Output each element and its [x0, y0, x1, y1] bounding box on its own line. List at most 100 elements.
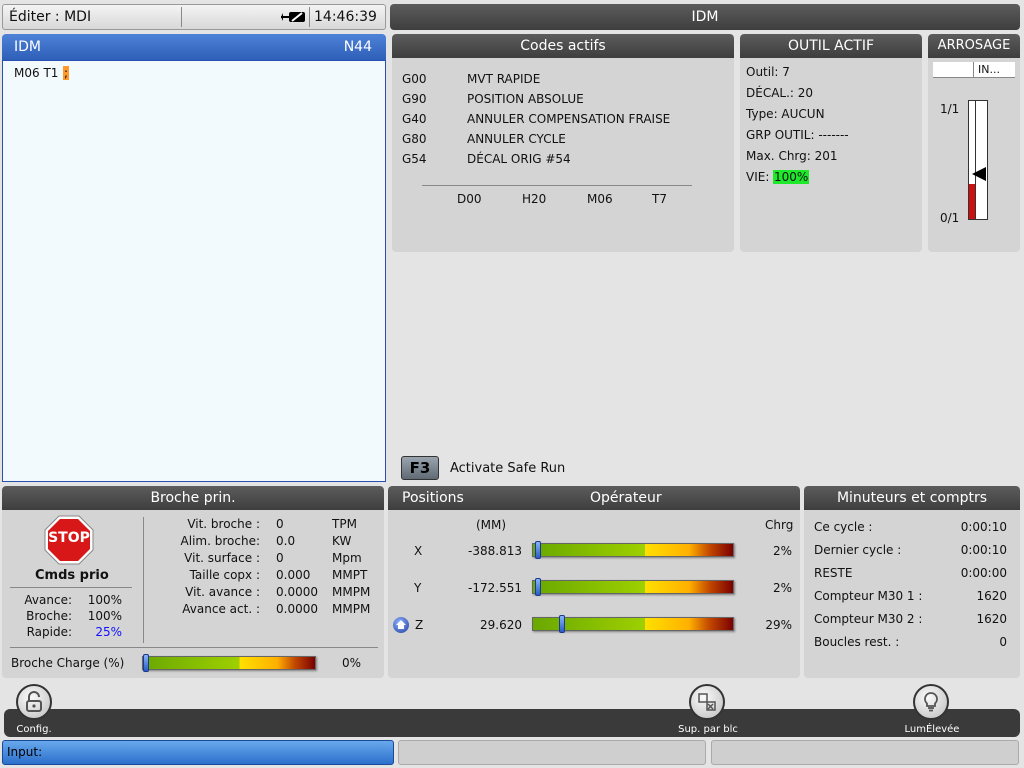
axis-value: -172.551 — [468, 581, 522, 595]
lock-icon — [26, 691, 42, 712]
axis-name: X — [414, 544, 423, 558]
f3-key-button[interactable]: F3 — [401, 456, 439, 480]
tool-group: GRP OUTIL: ------- — [746, 128, 849, 142]
timer-value: 1620 — [976, 612, 1007, 626]
coolant-panel: ARROSAGE IN... 1/1 0/1 — [928, 34, 1020, 252]
cmds-prio-label: Cmds prio — [35, 568, 109, 583]
tool-number: Outil: 7 — [746, 65, 790, 79]
code-row: G54 — [402, 152, 427, 166]
positions-title: Positions — [402, 490, 464, 506]
positions-header: Positions Opérateur — [388, 486, 800, 510]
code-desc: ANNULER COMPENSATION FRAISE — [467, 112, 670, 126]
code-desc: POSITION ABSOLUE — [467, 92, 584, 106]
coolant-bottom-label: 0/1 — [940, 211, 960, 225]
input-label: Input: — [7, 745, 43, 759]
spindle-param-value: 0.0000 — [276, 585, 318, 599]
editor-text-area[interactable]: M06 T1 ; — [2, 60, 386, 482]
stop-label: STOP — [48, 530, 90, 546]
config-button[interactable] — [16, 684, 52, 720]
spindle-param-label: Vit. surface : — [184, 551, 260, 565]
spindle-param-label: Vit. broche : — [187, 517, 260, 531]
spindle-load-value: 0% — [342, 656, 362, 670]
editor-panel: IDM N44 M06 T1 ; — [2, 34, 386, 482]
spindle-col-divider — [143, 517, 144, 643]
timer-label: Compteur M30 1 : — [814, 589, 923, 603]
timer-value: 0:00:00 — [960, 566, 1007, 580]
spindle-param-value: 0 — [276, 517, 284, 531]
status-bar: Éditer : MDI 14:46:39 — [2, 4, 386, 30]
code-t: T7 — [652, 192, 667, 206]
timer-label: Dernier cycle : — [814, 543, 902, 557]
input-field[interactable]: Input: — [2, 740, 394, 765]
editor-header: IDM N44 — [2, 34, 386, 60]
override-label: Rapide: — [26, 625, 72, 639]
network-icon — [281, 10, 307, 27]
spindle-param-value: 0 — [276, 551, 284, 565]
code-desc: ANNULER CYCLE — [467, 132, 566, 146]
code-h: H20 — [522, 192, 547, 206]
code-desc-text: POSITION ABSOLUE — [467, 92, 584, 106]
editor-title: IDM — [14, 39, 41, 55]
code-m: M06 — [587, 192, 613, 206]
bottom-toolbar — [4, 709, 1020, 737]
coolant-pointer-icon — [972, 167, 986, 181]
axis-load-bar — [532, 578, 734, 596]
code-d: D00 — [457, 192, 482, 206]
clock: 14:46:39 — [314, 9, 377, 25]
spindle-param-label: Vit. avance : — [185, 585, 260, 599]
timer-value: 0:00:10 — [960, 520, 1007, 534]
stop-icon[interactable]: STOP — [44, 515, 94, 565]
work-light-label: LumÉlevée — [904, 724, 960, 735]
spindle-panel: Broche prin. STOP Cmds prio Avance: 100%… — [2, 486, 384, 678]
spindle-param-value: 0.0000 — [276, 602, 318, 616]
home-icon — [393, 617, 409, 633]
coolant-sub-bar: IN... — [933, 62, 1015, 78]
status-box-2 — [711, 740, 1019, 765]
spindle-param-value: 0.0 — [276, 534, 296, 548]
coolant-sub-label: IN... — [978, 63, 1000, 76]
spindle-title: Broche prin. — [150, 490, 236, 506]
spindle-header: Broche prin. — [2, 486, 384, 510]
program-text: M06 T1 — [14, 66, 59, 80]
mode-label: Éditer : MDI — [9, 9, 92, 25]
spindle-param-unit: MMPM — [332, 585, 371, 599]
timer-value: 0 — [999, 635, 1007, 649]
axis-load-value: 29% — [765, 618, 792, 632]
axis-load-bar — [532, 541, 734, 559]
status-box-1 — [398, 740, 706, 765]
config-label: Config. — [16, 724, 52, 735]
code-row: G00 — [402, 72, 427, 86]
operator-title: Opérateur — [590, 490, 662, 506]
work-light-button[interactable] — [913, 684, 949, 720]
active-codes-panel: Codes actifs G00 MVT RAPIDE G90 POSITION… — [392, 34, 734, 252]
axis-name: Z — [415, 618, 424, 632]
f3-action-label: Activate Safe Run — [450, 461, 566, 476]
spindle-param-unit: Mpm — [332, 551, 362, 565]
axis-load-pointer — [559, 615, 565, 633]
timer-label: RESTE — [814, 566, 853, 580]
coolant-sub-divider — [973, 62, 974, 78]
spindle-param-label: Avance act. : — [182, 602, 260, 616]
timer-value: 0:00:10 — [960, 543, 1007, 557]
code: G80 — [402, 132, 427, 146]
tool-life-label: VIE: — [746, 170, 770, 184]
override-value: 100% — [87, 609, 122, 623]
timers-header: Minuteurs et comptrs — [804, 486, 1020, 510]
editor-line-number: N44 — [343, 39, 372, 55]
code: G54 — [402, 152, 427, 166]
f3-key-label: F3 — [409, 459, 431, 477]
code-desc-text: DÉCAL ORIG #54 — [467, 152, 571, 166]
cursor: ; — [63, 66, 70, 80]
delete-block-button[interactable] — [689, 684, 725, 720]
axis-load-pointer — [535, 541, 541, 559]
codes-divider — [422, 185, 692, 186]
override-value: 25% — [95, 625, 122, 639]
code-desc-text: MVT RAPIDE — [467, 72, 541, 86]
axis-name: Y — [414, 581, 422, 595]
axis-load-value: 2% — [772, 581, 792, 595]
spindle-param-value: 0.000 — [276, 568, 311, 582]
positions-panel: Positions Opérateur (MM) Chrg X -388.813… — [388, 486, 800, 678]
code-row: G90 — [402, 92, 427, 106]
axis-load-bar — [532, 615, 734, 633]
code: G90 — [402, 92, 427, 106]
